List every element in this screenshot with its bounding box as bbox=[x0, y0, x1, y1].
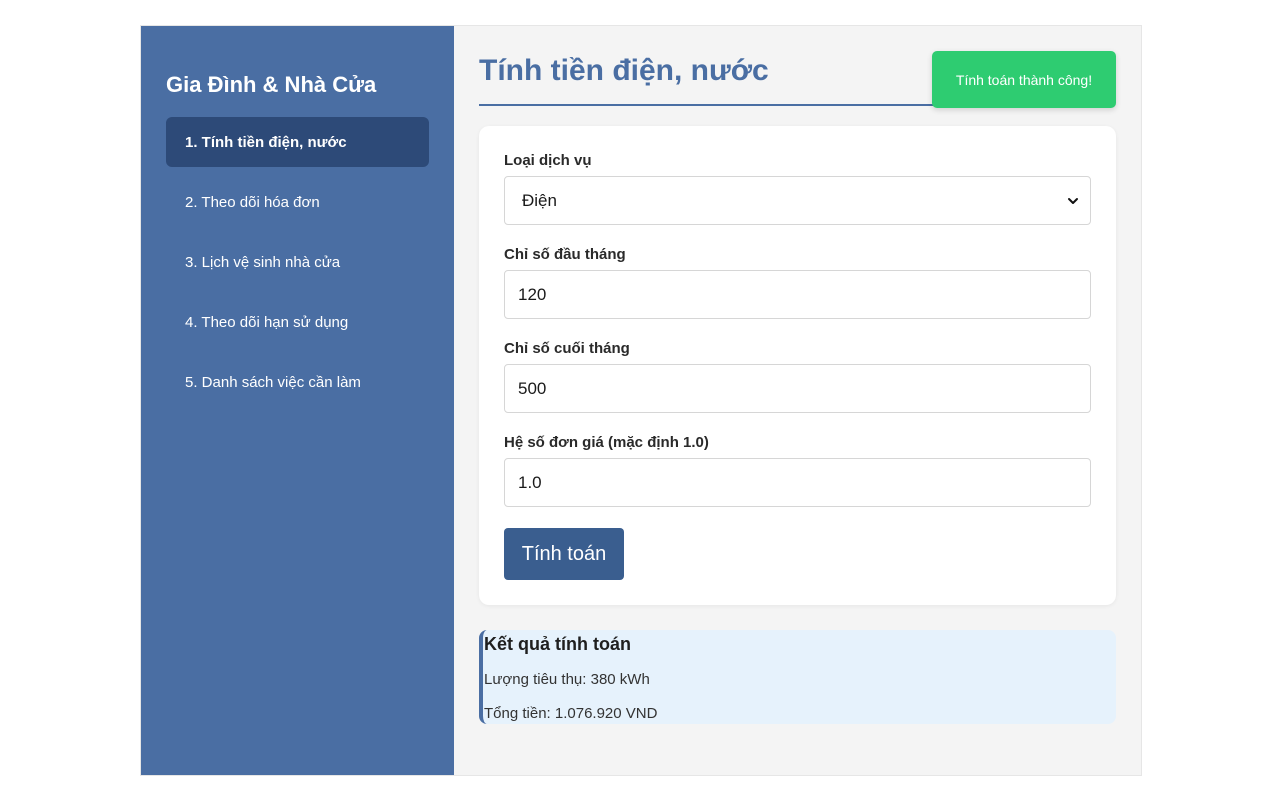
sidebar-item-label: 4. Theo dõi hạn sử dụng bbox=[185, 313, 349, 331]
calculate-button[interactable]: Tính toán bbox=[504, 528, 624, 580]
sidebar-item-bills[interactable]: 2. Theo dõi hóa đơn bbox=[166, 177, 429, 227]
coefficient-input[interactable]: 1.0 bbox=[504, 458, 1091, 507]
sidebar: Gia Đình & Nhà Cửa 1. Tính tiền điện, nư… bbox=[141, 26, 454, 775]
service-type-select[interactable]: Điện bbox=[504, 176, 1091, 225]
end-reading-label: Chỉ số cuối tháng bbox=[504, 340, 630, 357]
sidebar-item-cleaning[interactable]: 3. Lịch vệ sinh nhà cửa bbox=[166, 237, 429, 287]
app-title: Gia Đình & Nhà Cửa bbox=[166, 72, 377, 97]
coefficient-label: Hệ số đơn giá (mặc định 1.0) bbox=[504, 434, 709, 451]
service-type-label: Loại dịch vụ bbox=[504, 152, 592, 169]
calculator-form: Loại dịch vụ Điện Chỉ số đầu tháng 120 C… bbox=[479, 126, 1116, 605]
sidebar-item-todo[interactable]: 5. Danh sách việc cần làm bbox=[166, 357, 429, 407]
end-reading-input[interactable]: 500 bbox=[504, 364, 1091, 413]
result-title: Kết quả tính toán bbox=[484, 634, 631, 654]
end-reading-value: 500 bbox=[518, 378, 547, 398]
sidebar-item-label: 1. Tính tiền điện, nước bbox=[185, 133, 347, 151]
toast-message: Tính toán thành công! bbox=[955, 71, 1093, 88]
coefficient-value: 1.0 bbox=[518, 472, 542, 492]
service-type-value: Điện bbox=[522, 190, 557, 210]
main-content: Tính tiền điện, nước Tính toán thành côn… bbox=[454, 26, 1141, 775]
sidebar-item-expiry[interactable]: 4. Theo dõi hạn sử dụng bbox=[166, 297, 429, 347]
result-panel: Kết quả tính toán Lượng tiêu thụ: 380 kW… bbox=[479, 630, 1116, 724]
result-total: Tổng tiền: 1.076.920 VND bbox=[484, 705, 658, 722]
success-toast: Tính toán thành công! bbox=[932, 51, 1116, 108]
app-window: Gia Đình & Nhà Cửa 1. Tính tiền điện, nư… bbox=[141, 26, 1141, 775]
page-title: Tính tiền điện, nước bbox=[479, 26, 959, 106]
chevron-down-icon bbox=[1068, 197, 1078, 204]
sidebar-item-electric-water[interactable]: 1. Tính tiền điện, nước bbox=[166, 117, 429, 167]
start-reading-label: Chỉ số đầu tháng bbox=[504, 246, 626, 263]
sidebar-item-label: 2. Theo dõi hóa đơn bbox=[185, 193, 320, 211]
result-consumption: Lượng tiêu thụ: 380 kWh bbox=[484, 671, 650, 688]
start-reading-value: 120 bbox=[518, 284, 547, 304]
sidebar-item-label: 3. Lịch vệ sinh nhà cửa bbox=[185, 253, 341, 271]
start-reading-input[interactable]: 120 bbox=[504, 270, 1091, 319]
sidebar-item-label: 5. Danh sách việc cần làm bbox=[185, 373, 361, 391]
